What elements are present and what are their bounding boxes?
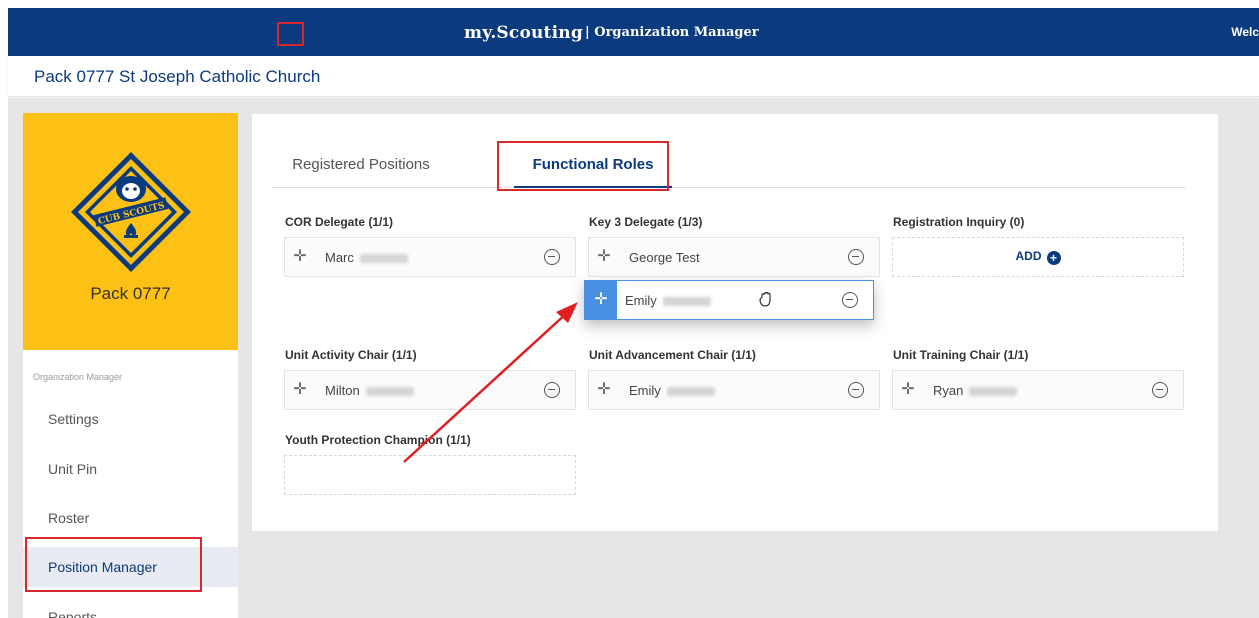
menu-button[interactable] [277, 22, 304, 46]
role-label-registration-inquiry: Registration Inquiry (0) [893, 215, 1025, 229]
drag-handle-icon[interactable]: ✛ [585, 281, 617, 319]
nav-item-settings[interactable]: Settings [23, 399, 238, 439]
nav-item-unit-pin[interactable]: Unit Pin [23, 449, 238, 489]
app-subtitle: | Organization Manager [585, 25, 759, 40]
drag-handle-icon[interactable]: ✛ [589, 371, 619, 409]
member-name: Emily [625, 293, 711, 308]
tab-bar: Registered Positions Functional Roles [272, 142, 1186, 188]
remove-circle-icon[interactable] [848, 249, 864, 265]
member-name: Milton [325, 383, 414, 398]
welcome-text: Welc [1231, 25, 1259, 39]
grab-hand-icon [759, 291, 771, 307]
role-label-youth-protection-champion: Youth Protection Champion (1/1) [285, 433, 471, 447]
role-slot-key3-delegate[interactable]: ✛ George Test [588, 237, 880, 277]
tab-highlight-box [497, 141, 669, 191]
tab-registered-positions[interactable]: Registered Positions [272, 156, 450, 173]
member-name: Ryan [933, 383, 1018, 398]
drag-handle-icon[interactable]: ✛ [893, 371, 923, 409]
role-label-key3-delegate: Key 3 Delegate (1/3) [589, 215, 703, 229]
title-bar: Pack 0777 St Joseph Catholic Church [8, 56, 1259, 97]
add-button[interactable]: ADD + [893, 249, 1183, 265]
role-label-unit-activity-chair: Unit Activity Chair (1/1) [285, 348, 417, 362]
unit-name: Pack 0777 [90, 284, 171, 303]
role-label-cor-delegate: COR Delegate (1/1) [285, 215, 394, 229]
nav-section-label: Organization Manager [33, 372, 123, 382]
role-slot-unit-advancement-chair[interactable]: ✛ Emily [588, 370, 880, 410]
role-label-unit-training-chair: Unit Training Chair (1/1) [893, 348, 1029, 362]
drag-handle-icon[interactable]: ✛ [285, 238, 315, 276]
role-slot-unit-activity-chair[interactable]: ✛ Milton [284, 370, 576, 410]
role-slot-registration-inquiry[interactable]: ADD + [892, 237, 1184, 277]
redacted-surname [666, 387, 715, 397]
brand-logo[interactable]: my.Scouting [464, 23, 583, 43]
member-name: Emily [629, 383, 715, 398]
menu-icon [282, 27, 299, 41]
remove-circle-icon[interactable] [544, 382, 560, 398]
drag-handle-icon[interactable]: ✛ [589, 238, 619, 276]
cub-scouts-logo-icon: CUB SCOUTS [71, 152, 191, 272]
redacted-surname [365, 387, 414, 397]
remove-circle-icon[interactable] [544, 249, 560, 265]
add-circle-icon: + [1046, 251, 1061, 265]
remove-circle-icon[interactable] [1152, 382, 1168, 398]
drag-handle-icon[interactable]: ✛ [285, 371, 315, 409]
role-label-unit-advancement-chair: Unit Advancement Chair (1/1) [589, 348, 756, 362]
role-slot-youth-protection-champion[interactable] [284, 455, 576, 495]
nav-highlight-box [25, 537, 202, 592]
redacted-surname [359, 254, 408, 264]
member-name: Marc [325, 250, 408, 265]
dragged-member-card[interactable]: ✛ Emily [584, 280, 874, 320]
role-slot-unit-training-chair[interactable]: ✛ Ryan [892, 370, 1184, 410]
page: my.Scouting | Organization Manager Welc … [0, 0, 1259, 618]
remove-circle-icon[interactable] [848, 382, 864, 398]
redacted-surname [969, 387, 1018, 397]
remove-circle-icon[interactable] [842, 292, 858, 308]
redacted-surname [662, 297, 711, 307]
page-title: Pack 0777 St Joseph Catholic Church [34, 67, 321, 86]
nav-item-roster[interactable]: Roster [23, 498, 238, 538]
nav-item-reports[interactable]: Reports [23, 597, 238, 618]
member-name: George Test [629, 250, 700, 265]
role-slot-cor-delegate[interactable]: ✛ Marc [284, 237, 576, 277]
top-header: my.Scouting | Organization Manager Welc [8, 8, 1259, 56]
unit-card: CUB SCOUTS Pack 0777 [23, 113, 238, 350]
